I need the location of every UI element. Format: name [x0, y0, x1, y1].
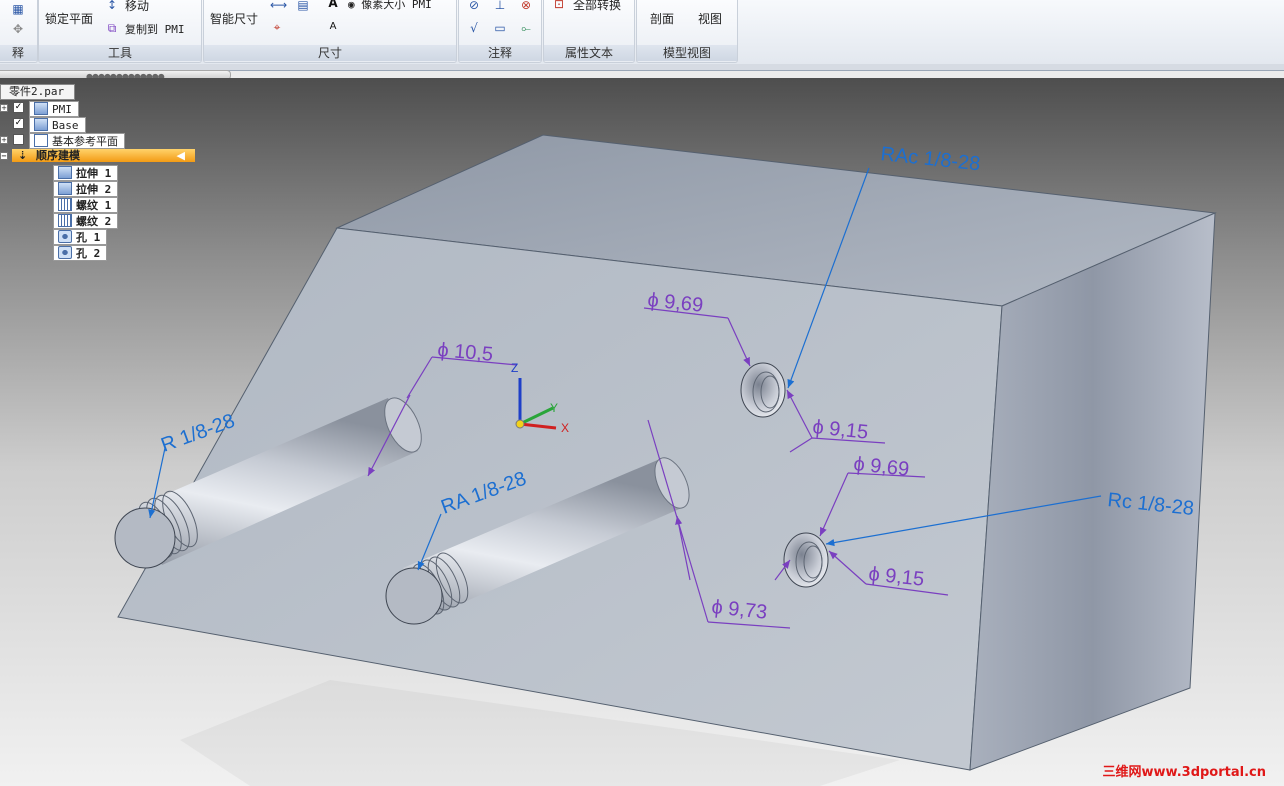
ribbon-group-model-view: 剖面 视图 模型视图 [636, 0, 738, 63]
feature-control-frame-icon[interactable]: ▭ [493, 21, 507, 35]
pixel-size-pmi-option[interactable]: ◉ 像素大小 PMI [348, 0, 432, 12]
tree-item-label: 拉伸 1 [53, 165, 119, 181]
text-size-icon[interactable]: A [326, 0, 340, 10]
tree-item-label: 孔 2 [53, 245, 108, 261]
tree-item-reference-planes[interactable]: + 基本参考平面 [0, 133, 125, 149]
ribbon-group-label: 模型视图 [637, 45, 737, 61]
tree-item-label: 螺纹 1 [53, 197, 119, 213]
tree-item-label: PMI [29, 101, 79, 117]
smart-dimension-button[interactable]: 智能尺寸 [210, 10, 258, 27]
ribbon-group-label: 工具 [39, 45, 201, 61]
ribbon-group-label: 属性文本 [544, 45, 634, 61]
axis-y-label: Y [550, 401, 558, 415]
convert-all-button[interactable]: 全部转换 [573, 0, 621, 13]
tree-item-label: 孔 1 [53, 229, 108, 245]
dimension-style-icon[interactable]: ▤ [296, 0, 310, 12]
datum-target-icon[interactable]: ⟜ [519, 21, 533, 35]
coordinate-dimension-icon[interactable]: ⌖ [270, 20, 284, 34]
section-button[interactable]: 剖面 [650, 10, 674, 27]
tree-item-hole-2[interactable]: 孔 2 [53, 245, 108, 261]
rollback-arrow-icon[interactable]: ◀ [177, 149, 185, 162]
tree-item-label: 基本参考平面 [29, 133, 125, 149]
ribbon-group-label: 释 [0, 45, 37, 61]
select-icon[interactable]: ▦ [11, 2, 25, 16]
select-filter-icon[interactable]: ✥ [11, 22, 25, 36]
hole-icon [58, 230, 72, 243]
copy-to-pmi-button[interactable]: 复制到 PMI [125, 21, 185, 37]
document-tab[interactable]: 零件2.par [0, 84, 76, 100]
extrude-icon [58, 166, 72, 179]
ordered-icon: ⇣ [18, 149, 28, 162]
tree-item-base[interactable]: ✓ Base [0, 117, 86, 133]
view-button[interactable]: 视图 [698, 10, 722, 27]
tree-item-label: 拉伸 2 [53, 181, 119, 197]
thread-icon [58, 198, 72, 211]
lock-plane-button[interactable]: 锁定平面 [45, 10, 93, 27]
visibility-checkbox[interactable] [13, 134, 24, 145]
ribbon-group-select: ▦ ✥ 释 [0, 0, 38, 63]
tree-item-ordered-modeling[interactable]: − ⇣ 顺序建模 ◀ [0, 149, 195, 162]
ribbon-group-label: 注释 [459, 45, 541, 61]
thread-callout[interactable]: RAc 1/8-28 [879, 143, 981, 175]
hole-1[interactable] [740, 362, 786, 418]
text-scale-icon[interactable]: A [326, 20, 340, 34]
visibility-checkbox[interactable]: ✓ [13, 102, 24, 113]
ribbon: ▦ ✥ 释 锁定平面 ↕ 移动 ⧉ 复制到 PMI 工具 智能尺寸 ⟷ ▤ ⌖ … [0, 0, 1284, 65]
move-icon: ↕ [106, 0, 118, 12]
dimension-icon[interactable]: ⟷ [270, 0, 287, 12]
ribbon-group-label: 尺寸 [204, 45, 456, 61]
model-viewport[interactable]: ϕ 10,5 ϕ 9,69 ϕ 9,15 ϕ 9,69 ϕ 9,15 ϕ 9,7… [0, 78, 1284, 786]
pmi-icon [34, 102, 48, 115]
axis-z-label: Z [511, 361, 518, 375]
expand-icon[interactable]: + [0, 104, 8, 112]
copy-to-pmi-icon: ⧉ [107, 21, 117, 35]
tree-item-pmi[interactable]: + ✓ PMI [0, 101, 79, 117]
expand-icon[interactable]: + [0, 136, 8, 144]
tree-item-thread-2[interactable]: 螺纹 2 [53, 213, 119, 229]
convert-all-icon: ⊡ [553, 0, 565, 11]
tree-item-label: 螺纹 2 [53, 213, 119, 229]
axis-x-label: X [561, 421, 569, 435]
leader-icon[interactable]: ⊥ [493, 0, 507, 12]
move-button[interactable]: 移动 [125, 0, 149, 14]
ribbon-group-annotation: ⊘ ⊥ ⊗ √ ▭ ⟜ 注释 [458, 0, 542, 63]
collapse-icon[interactable]: − [0, 152, 8, 160]
hole-2[interactable] [783, 532, 829, 588]
tree-item-label: Base [29, 117, 86, 133]
model-scene: ϕ 10,5 ϕ 9,69 ϕ 9,15 ϕ 9,69 ϕ 9,15 ϕ 9,7… [114, 134, 1217, 786]
ribbon-group-dimension: 智能尺寸 ⟷ ▤ ⌖ A A ◉ 像素大小 PMI 尺寸 [203, 0, 457, 63]
weld-symbol-icon[interactable]: ⊗ [519, 0, 533, 12]
ribbon-group-tools: 锁定平面 ↕ 移动 ⧉ 复制到 PMI 工具 [38, 0, 202, 63]
tree-item-thread-1[interactable]: 螺纹 1 [53, 197, 119, 213]
callout-icon[interactable]: ⊘ [467, 0, 481, 12]
ribbon-group-property-text: ⊡ 全部转换 属性文本 [543, 0, 635, 63]
surface-texture-icon[interactable]: √ [467, 21, 481, 35]
extrude-icon [58, 182, 72, 195]
tree-item-extrude-1[interactable]: 拉伸 1 [53, 165, 119, 181]
plane-icon [34, 134, 48, 147]
radio-icon: ◉ [348, 0, 362, 11]
visibility-checkbox[interactable]: ✓ [13, 118, 24, 129]
thread-icon [58, 214, 72, 227]
watermark: 三维网www.3dportal.cn [1102, 765, 1266, 780]
base-coordinate-icon [34, 118, 48, 131]
tree-item-extrude-2[interactable]: 拉伸 2 [53, 181, 119, 197]
hole-icon [58, 246, 72, 259]
tree-item-hole-1[interactable]: 孔 1 [53, 229, 108, 245]
